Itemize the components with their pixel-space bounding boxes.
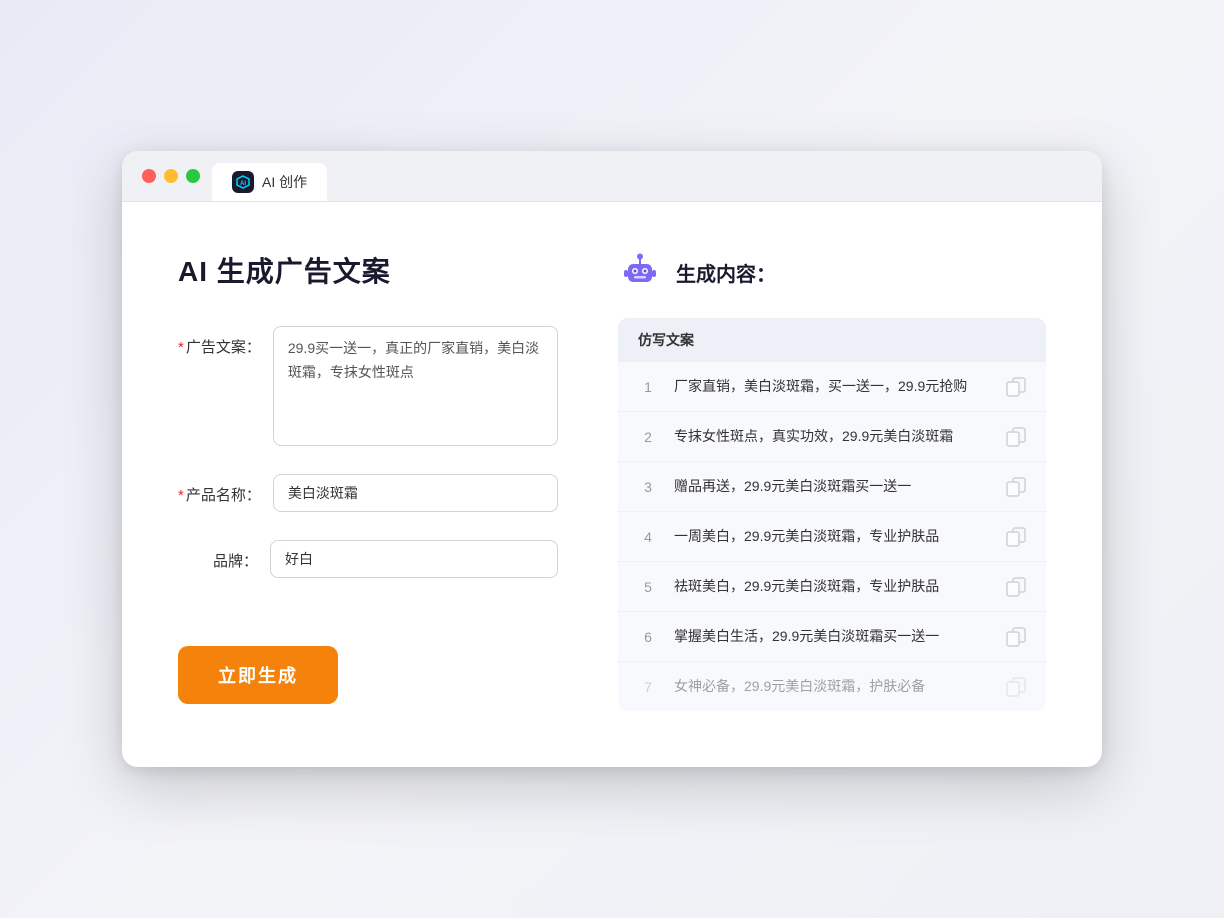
- robot-icon: [618, 250, 662, 294]
- brand-input[interactable]: [270, 540, 558, 578]
- result-item: 6 掌握美白生活，29.9元美白淡斑霜买一送一: [618, 612, 1046, 662]
- copy-icon[interactable]: [1006, 677, 1026, 697]
- result-text: 赠品再送，29.9元美白淡斑霜买一送一: [674, 476, 990, 497]
- result-item: 1 厂家直销，美白淡斑霜，买一送一，29.9元抢购: [618, 362, 1046, 412]
- result-list: 1 厂家直销，美白淡斑霜，买一送一，29.9元抢购 2 专抹女性斑点，真实功效，…: [618, 362, 1046, 711]
- svg-text:AI: AI: [240, 181, 246, 187]
- result-text: 专抹女性斑点，真实功效，29.9元美白淡斑霜: [674, 426, 990, 447]
- maximize-button[interactable]: [186, 169, 200, 183]
- result-text: 厂家直销，美白淡斑霜，买一送一，29.9元抢购: [674, 376, 990, 397]
- copy-icon[interactable]: [1006, 377, 1026, 397]
- ad-copy-textarea[interactable]: 29.9买一送一，真正的厂家直销，美白淡斑霜，专抹女性斑点: [273, 326, 558, 446]
- tab-icon: AI: [232, 171, 254, 193]
- brand-label: 品牌：: [178, 540, 258, 571]
- result-number: 6: [638, 629, 658, 645]
- window-controls: [142, 169, 200, 195]
- result-item: 5 祛斑美白，29.9元美白淡斑霜，专业护肤品: [618, 562, 1046, 612]
- browser-window: AI AI 创作 AI 生成广告文案 *广告文案： 29.9买一送一，真正的厂家…: [122, 151, 1102, 767]
- generate-button[interactable]: 立即生成: [178, 646, 338, 704]
- ad-copy-label: *广告文案：: [178, 326, 261, 357]
- copy-icon[interactable]: [1006, 427, 1026, 447]
- result-text: 女神必备，29.9元美白淡斑霜，护肤必备: [674, 676, 990, 697]
- required-mark-product: *: [178, 487, 184, 504]
- copy-icon[interactable]: [1006, 577, 1026, 597]
- left-panel: AI 生成广告文案 *广告文案： 29.9买一送一，真正的厂家直销，美白淡斑霜，…: [178, 250, 558, 711]
- browser-tab[interactable]: AI AI 创作: [212, 163, 327, 201]
- result-header: 生成内容：: [618, 250, 1046, 294]
- titlebar: AI AI 创作: [122, 151, 1102, 202]
- result-number: 1: [638, 379, 658, 395]
- product-name-label: *产品名称：: [178, 474, 261, 505]
- tab-label: AI 创作: [262, 172, 307, 192]
- result-item: 2 专抹女性斑点，真实功效，29.9元美白淡斑霜: [618, 412, 1046, 462]
- product-name-input[interactable]: [273, 474, 558, 512]
- result-text: 一周美白，29.9元美白淡斑霜，专业护肤品: [674, 526, 990, 547]
- result-number: 2: [638, 429, 658, 445]
- result-number: 4: [638, 529, 658, 545]
- copy-icon[interactable]: [1006, 527, 1026, 547]
- copy-icon[interactable]: [1006, 477, 1026, 497]
- result-table-header: 仿写文案: [618, 318, 1046, 362]
- required-mark-ad: *: [178, 339, 184, 356]
- main-content: AI 生成广告文案 *广告文案： 29.9买一送一，真正的厂家直销，美白淡斑霜，…: [122, 202, 1102, 767]
- product-name-group: *产品名称：: [178, 474, 558, 512]
- result-text: 祛斑美白，29.9元美白淡斑霜，专业护肤品: [674, 576, 990, 597]
- result-number: 3: [638, 479, 658, 495]
- brand-group: 品牌：: [178, 540, 558, 578]
- result-item: 7 女神必备，29.9元美白淡斑霜，护肤必备: [618, 662, 1046, 711]
- minimize-button[interactable]: [164, 169, 178, 183]
- result-title: 生成内容：: [676, 258, 776, 287]
- close-button[interactable]: [142, 169, 156, 183]
- result-item: 4 一周美白，29.9元美白淡斑霜，专业护肤品: [618, 512, 1046, 562]
- right-panel: 生成内容： 仿写文案 1 厂家直销，美白淡斑霜，买一送一，29.9元抢购 2 专…: [618, 250, 1046, 711]
- result-container: 仿写文案 1 厂家直销，美白淡斑霜，买一送一，29.9元抢购 2 专抹女性斑点，…: [618, 318, 1046, 711]
- copy-icon[interactable]: [1006, 627, 1026, 647]
- ad-copy-group: *广告文案： 29.9买一送一，真正的厂家直销，美白淡斑霜，专抹女性斑点: [178, 326, 558, 446]
- result-text: 掌握美白生活，29.9元美白淡斑霜买一送一: [674, 626, 990, 647]
- page-title: AI 生成广告文案: [178, 250, 558, 290]
- result-item: 3 赠品再送，29.9元美白淡斑霜买一送一: [618, 462, 1046, 512]
- result-number: 5: [638, 579, 658, 595]
- result-number: 7: [638, 679, 658, 695]
